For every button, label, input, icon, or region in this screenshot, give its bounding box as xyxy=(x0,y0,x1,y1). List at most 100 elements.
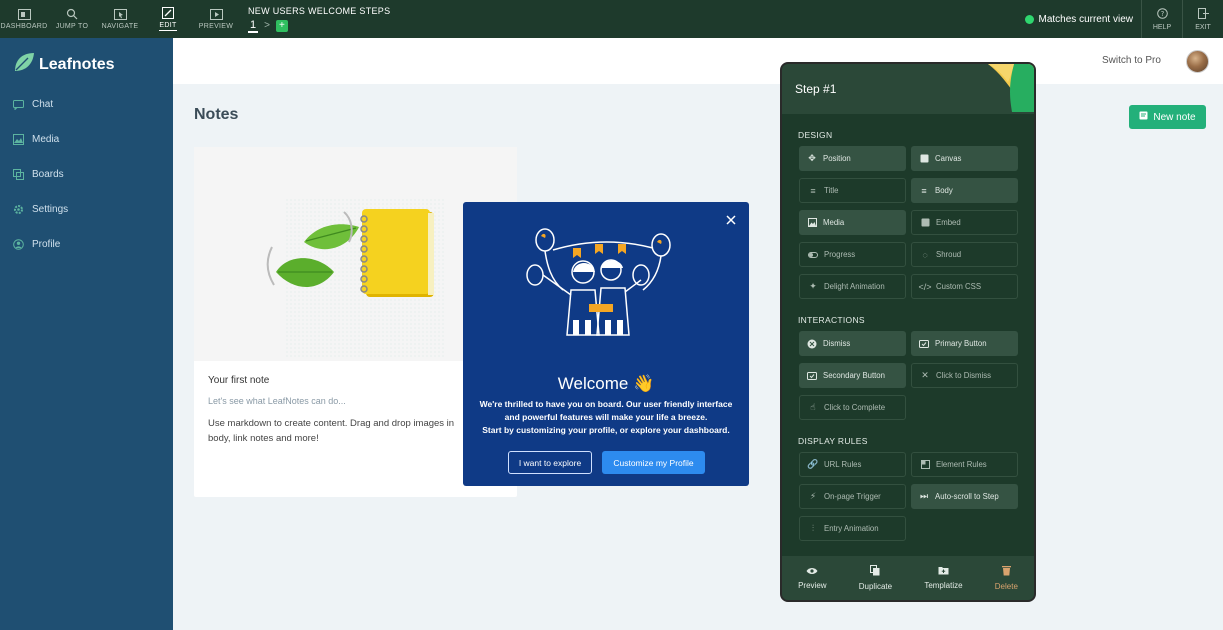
jump-to-button[interactable]: JUMP TO xyxy=(48,0,96,38)
footer-duplicate-button[interactable]: Duplicate xyxy=(859,565,892,591)
preview-button[interactable]: PREVIEW xyxy=(192,0,240,38)
design-canvas[interactable]: Canvas xyxy=(911,146,1018,171)
rule-url[interactable]: 🔗 URL Rules xyxy=(799,452,906,477)
avatar[interactable] xyxy=(1186,50,1209,73)
top-toolbar: DASHBOARD JUMP TO NAVIGATE EDIT PREVIEW … xyxy=(0,0,1223,38)
sidebar: Leafnotes Chat Media Boards Settings Pro… xyxy=(0,38,173,630)
click-cursor-icon: ☝ xyxy=(810,402,816,412)
edit-icon xyxy=(161,7,175,19)
sidebar-item-profile[interactable]: Profile xyxy=(13,227,68,262)
sidebar-item-settings[interactable]: Settings xyxy=(13,192,68,227)
button-check-icon xyxy=(807,371,817,381)
code-icon: </> xyxy=(918,281,932,292)
footer-preview-button[interactable]: Preview xyxy=(798,567,827,590)
edit-button[interactable]: EDIT xyxy=(144,0,192,38)
exit-button[interactable]: EXIT xyxy=(1183,0,1223,38)
step-tab-1[interactable]: 1 xyxy=(248,19,259,33)
interaction-primary-button[interactable]: Primary Button xyxy=(911,331,1018,356)
footer-delete-button[interactable]: Delete xyxy=(995,565,1018,591)
folder-plus-icon xyxy=(938,566,949,577)
panel-title: Step #1 xyxy=(795,82,837,96)
search-icon xyxy=(65,8,79,20)
modal-title: Welcome 👋 xyxy=(557,374,655,393)
image-icon xyxy=(807,218,817,228)
text-lines-icon: ≡ xyxy=(810,185,816,196)
button-check-icon xyxy=(919,339,929,349)
play-icon xyxy=(209,8,223,20)
note-text: Use markdown to create content. Drag and… xyxy=(208,418,455,444)
interaction-click-to-complete[interactable]: ☝ Click to Complete xyxy=(799,395,906,420)
design-progress[interactable]: Progress xyxy=(799,242,906,267)
link-icon: 🔗 xyxy=(807,459,819,469)
interaction-secondary-button[interactable]: Secondary Button xyxy=(799,363,906,388)
note-subtitle: Let's see what LeafNotes can do... xyxy=(208,396,346,406)
rule-element[interactable]: Element Rules xyxy=(911,452,1018,477)
rule-on-page-trigger[interactable]: ⚡ On-page Trigger xyxy=(799,484,906,509)
interactions-section-label: INTERACTIONS xyxy=(798,315,865,325)
chat-icon xyxy=(13,99,24,110)
rule-entry-animation[interactable]: ⫶ Entry Animation xyxy=(799,516,906,541)
flow-steps: 1 > + xyxy=(248,19,390,33)
design-section-label: DESIGN xyxy=(798,130,833,140)
fast-forward-icon: ⏭ xyxy=(919,491,929,501)
dashboard-button[interactable]: DASHBOARD xyxy=(0,0,48,38)
trash-icon xyxy=(1001,565,1011,578)
design-position[interactable]: ✥ Position xyxy=(799,146,906,171)
status-dot-icon xyxy=(1024,14,1034,24)
dashboard-icon xyxy=(17,8,31,20)
design-title[interactable]: ≡ Title xyxy=(799,178,906,203)
leaf-icon xyxy=(13,52,35,77)
explore-button[interactable]: I want to explore xyxy=(508,451,592,474)
modal-message: We're thrilled to have you on board. Our… xyxy=(479,399,733,435)
embed-icon xyxy=(920,218,930,228)
lightning-icon: ⚡ xyxy=(809,491,817,501)
boards-icon xyxy=(13,169,24,180)
svg-text:?: ? xyxy=(1160,10,1164,18)
design-media[interactable]: Media xyxy=(799,210,906,235)
display-rules-section-label: DISPLAY RULES xyxy=(798,436,868,446)
x-icon: ✕ xyxy=(921,370,929,380)
profile-icon xyxy=(13,239,24,250)
shroud-icon: ◌ xyxy=(922,249,928,260)
progress-icon xyxy=(808,250,818,260)
design-body[interactable]: ≡ Body xyxy=(911,178,1018,203)
switch-to-pro-link[interactable]: Switch to Pro xyxy=(1102,55,1161,66)
interaction-click-to-dismiss[interactable]: ✕ Click to Dismiss xyxy=(911,363,1018,388)
sliders-icon: ⫶ xyxy=(811,523,815,533)
eye-icon xyxy=(806,567,818,577)
sidebar-nav: Chat Media Boards Settings Profile xyxy=(13,87,68,262)
panel-header: Step #1 xyxy=(782,64,1034,114)
customize-profile-button[interactable]: Customize my Profile xyxy=(602,451,705,474)
add-step-button[interactable]: + xyxy=(275,19,288,32)
panel-footer: Preview Duplicate Templatize Delete xyxy=(782,556,1034,600)
page-title: Notes xyxy=(194,106,239,123)
interaction-dismiss[interactable]: Dismiss xyxy=(799,331,906,356)
close-icon[interactable] xyxy=(725,213,737,225)
app-header: Switch to Pro xyxy=(173,38,1223,84)
design-shroud[interactable]: ◌ Shroud xyxy=(911,242,1018,267)
sparkle-icon: ✦ xyxy=(809,281,817,291)
flow-title: NEW USERS WELCOME STEPS xyxy=(248,5,391,16)
sidebar-item-boards[interactable]: Boards xyxy=(13,157,68,192)
app-logo[interactable]: Leafnotes xyxy=(13,52,115,77)
help-button[interactable]: ? HELP xyxy=(1142,0,1182,38)
footer-templatize-button[interactable]: Templatize xyxy=(924,566,963,590)
toolbar-right: Matches current view ? HELP EXIT xyxy=(1024,0,1223,38)
match-status: Matches current view xyxy=(1024,0,1141,38)
note-title: Your first note xyxy=(208,375,270,386)
sidebar-item-media[interactable]: Media xyxy=(13,122,68,157)
settings-icon xyxy=(13,204,24,215)
exit-icon xyxy=(1197,7,1209,21)
element-icon xyxy=(920,460,930,470)
welcome-modal: Welcome 👋 We're thrilled to have you on … xyxy=(463,202,749,486)
sidebar-item-chat[interactable]: Chat xyxy=(13,87,68,122)
rule-auto-scroll[interactable]: ⏭ Auto-scroll to Step xyxy=(911,484,1018,509)
design-delight-animation[interactable]: ✦ Delight Animation xyxy=(799,274,906,299)
new-note-button[interactable]: New note xyxy=(1129,105,1206,129)
design-embed[interactable]: Embed xyxy=(911,210,1018,235)
cursor-box-icon xyxy=(113,8,127,20)
navigate-button[interactable]: NAVIGATE xyxy=(96,0,144,38)
note-icon xyxy=(1139,111,1148,123)
dismiss-circle-icon xyxy=(807,339,817,349)
design-custom-css[interactable]: </> Custom CSS xyxy=(911,274,1018,299)
